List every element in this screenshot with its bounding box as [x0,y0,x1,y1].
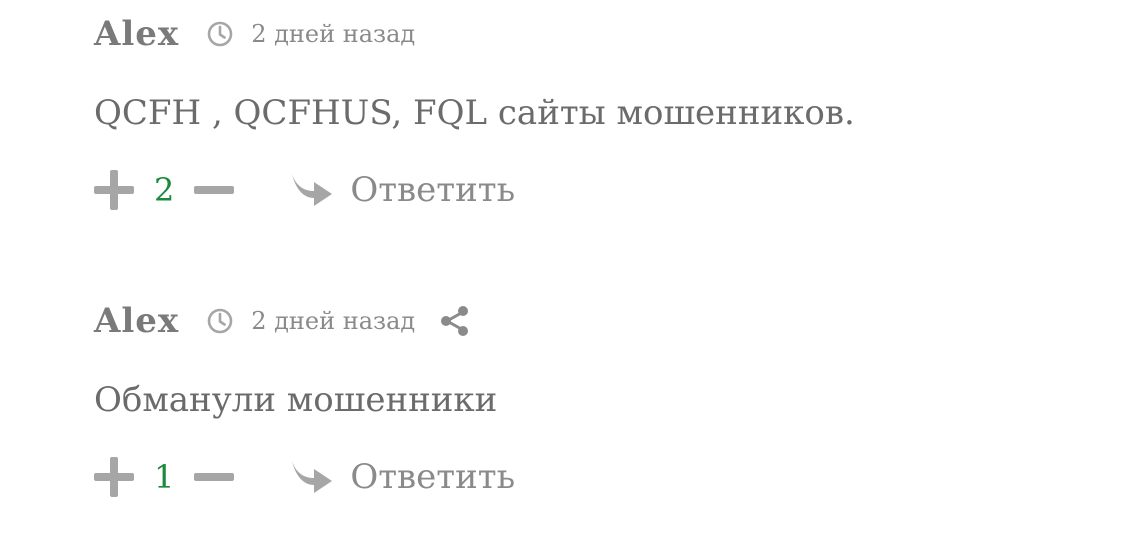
reply-button[interactable]: Ответить [350,455,515,499]
clock-icon [207,21,233,47]
comment-text: Обманули мошенники [94,380,498,420]
comment-meta: Alex 2 дней назад [94,14,415,54]
comment-author[interactable]: Alex [94,301,179,341]
comment-time: 2 дней назад [251,307,416,335]
downvote-minus-icon[interactable] [194,457,235,497]
comment-time: 2 дней назад [251,20,416,48]
vote-score: 1 [154,458,175,496]
comment-author[interactable]: Alex [94,14,179,54]
clock-icon [207,308,233,334]
downvote-minus-icon[interactable] [194,170,235,210]
reply-button[interactable]: Ответить [350,168,515,212]
comment-text: QCFH , QCFHUS, FQL сайты мошенников. [94,93,855,133]
reply-arrow-icon[interactable] [290,170,334,210]
reply-arrow-icon[interactable] [290,457,334,497]
comment-actions: 1 Ответить [94,455,515,499]
upvote-plus-icon[interactable] [94,170,134,210]
share-icon[interactable] [439,305,471,337]
upvote-plus-icon[interactable] [94,457,134,497]
comment-actions: 2 Ответить [94,168,515,212]
comment-meta: Alex 2 дней назад [94,301,471,341]
vote-score: 2 [154,171,175,209]
